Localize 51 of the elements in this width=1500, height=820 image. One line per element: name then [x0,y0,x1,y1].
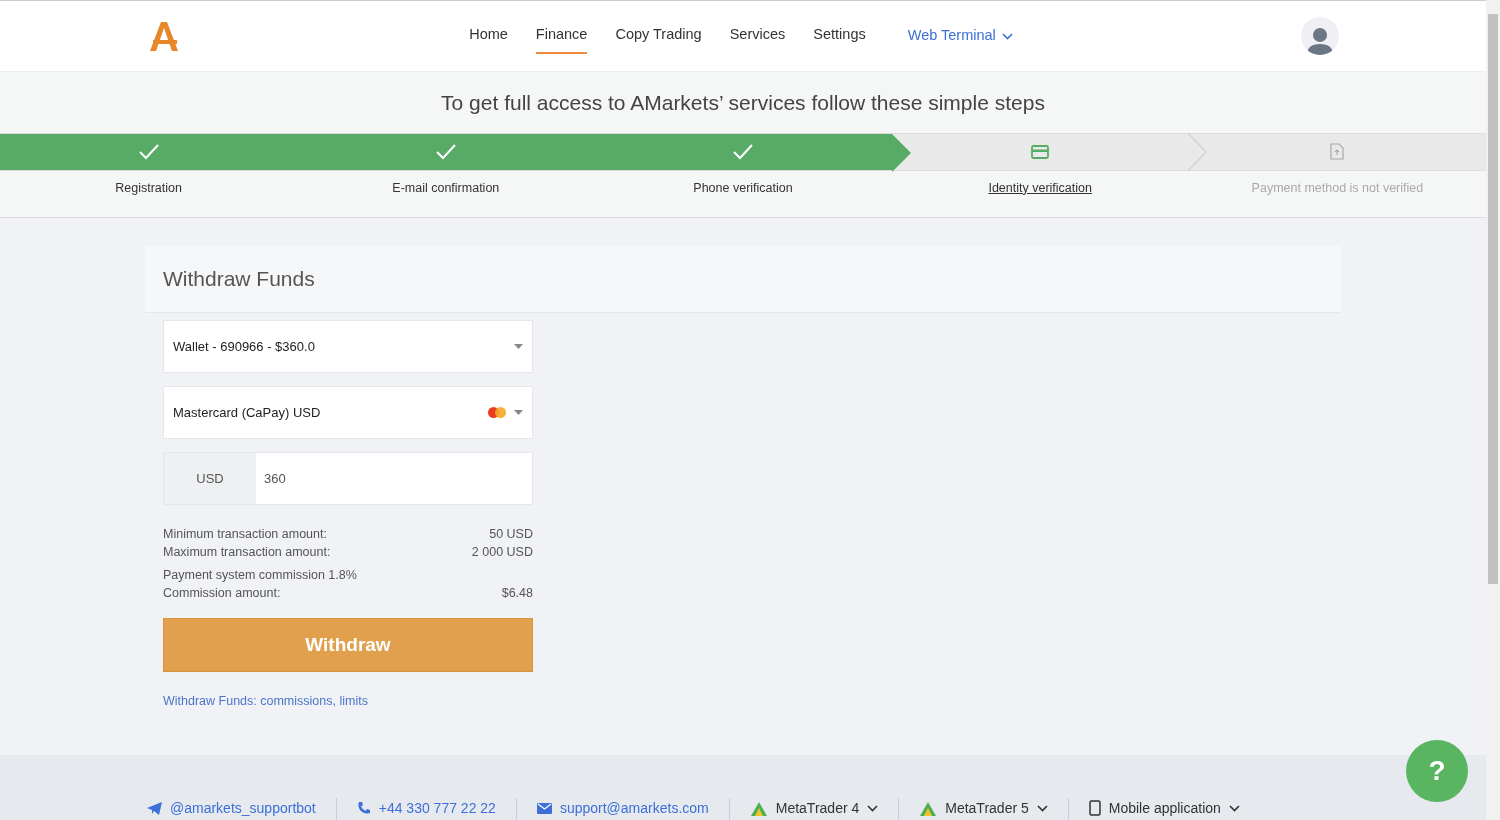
scrollbar[interactable] [1486,0,1500,820]
envelope-icon [536,802,552,814]
caret-icon [1001,32,1013,40]
download-dropdown[interactable]: MetaTrader 4 [728,798,899,820]
metatrader-icon [749,800,768,816]
commissions-link[interactable]: Withdraw Funds: commissions, limits [163,691,368,711]
caret-icon [867,804,879,812]
smartphone-icon [1088,800,1101,816]
step-label[interactable]: Identity verification [891,178,1189,198]
form-title: Withdraw Funds [145,246,1341,313]
metatrader-icon [919,800,938,816]
paper-plane-icon [147,801,162,815]
step-label: E-mail confirmation [391,179,501,197]
caret-icon [1228,804,1240,812]
check-icon [733,143,753,160]
info-label: Commission amount: [163,584,281,602]
info-label: Payment system commission 1.8% [163,566,357,584]
check-icon [435,143,456,160]
info-label: Minimum transaction amount: [163,525,327,543]
steps-title: To get full access to AMarkets’ services follow these simple steps [440,90,1046,116]
step-label: Registration [114,179,183,197]
check-icon [138,143,159,160]
nav-tab[interactable]: Home [469,18,508,54]
payment-method-select[interactable]: Mastercard (CaPay) USD [163,385,533,439]
chevron-divider [1186,132,1207,171]
step-label: Phone verification [692,179,794,197]
document-icon [1330,143,1345,160]
info-value: 50 USD [489,525,533,543]
nav-tab[interactable]: Copy Trading [615,18,702,54]
contact-link[interactable]: support@amarkets.com [515,798,729,820]
logo-icon[interactable] [147,19,181,53]
phone-icon [356,801,371,815]
download-dropdown[interactable]: Mobile application [1067,798,1260,820]
nav-tab[interactable]: Finance [535,18,588,54]
contact-link[interactable]: +44 330 777 22 22 [335,798,516,820]
dropdown-arrow-icon [514,343,523,349]
info-value: 2 000 USD [471,543,533,561]
nav-tab[interactable]: Settings [813,18,866,54]
info-label: Maximum transaction amount: [163,543,331,561]
contact-link[interactable]: @amarkets_supportbot [147,798,336,820]
account-select[interactable]: Wallet - 690966 - $360.0 [163,319,533,373]
step-label: Payment method is not verified [1250,179,1425,197]
web-terminal-dropdown[interactable]: Web Terminal [907,25,1013,47]
nav-tab[interactable]: Services [729,18,786,54]
download-dropdown[interactable]: MetaTrader 5 [898,798,1068,820]
mastercard-icon [488,406,506,418]
caret-icon [1036,804,1048,812]
dropdown-arrow-icon [514,409,523,415]
info-value: $6.48 [501,584,533,602]
avatar[interactable] [1301,17,1339,55]
card-icon [1031,144,1050,159]
